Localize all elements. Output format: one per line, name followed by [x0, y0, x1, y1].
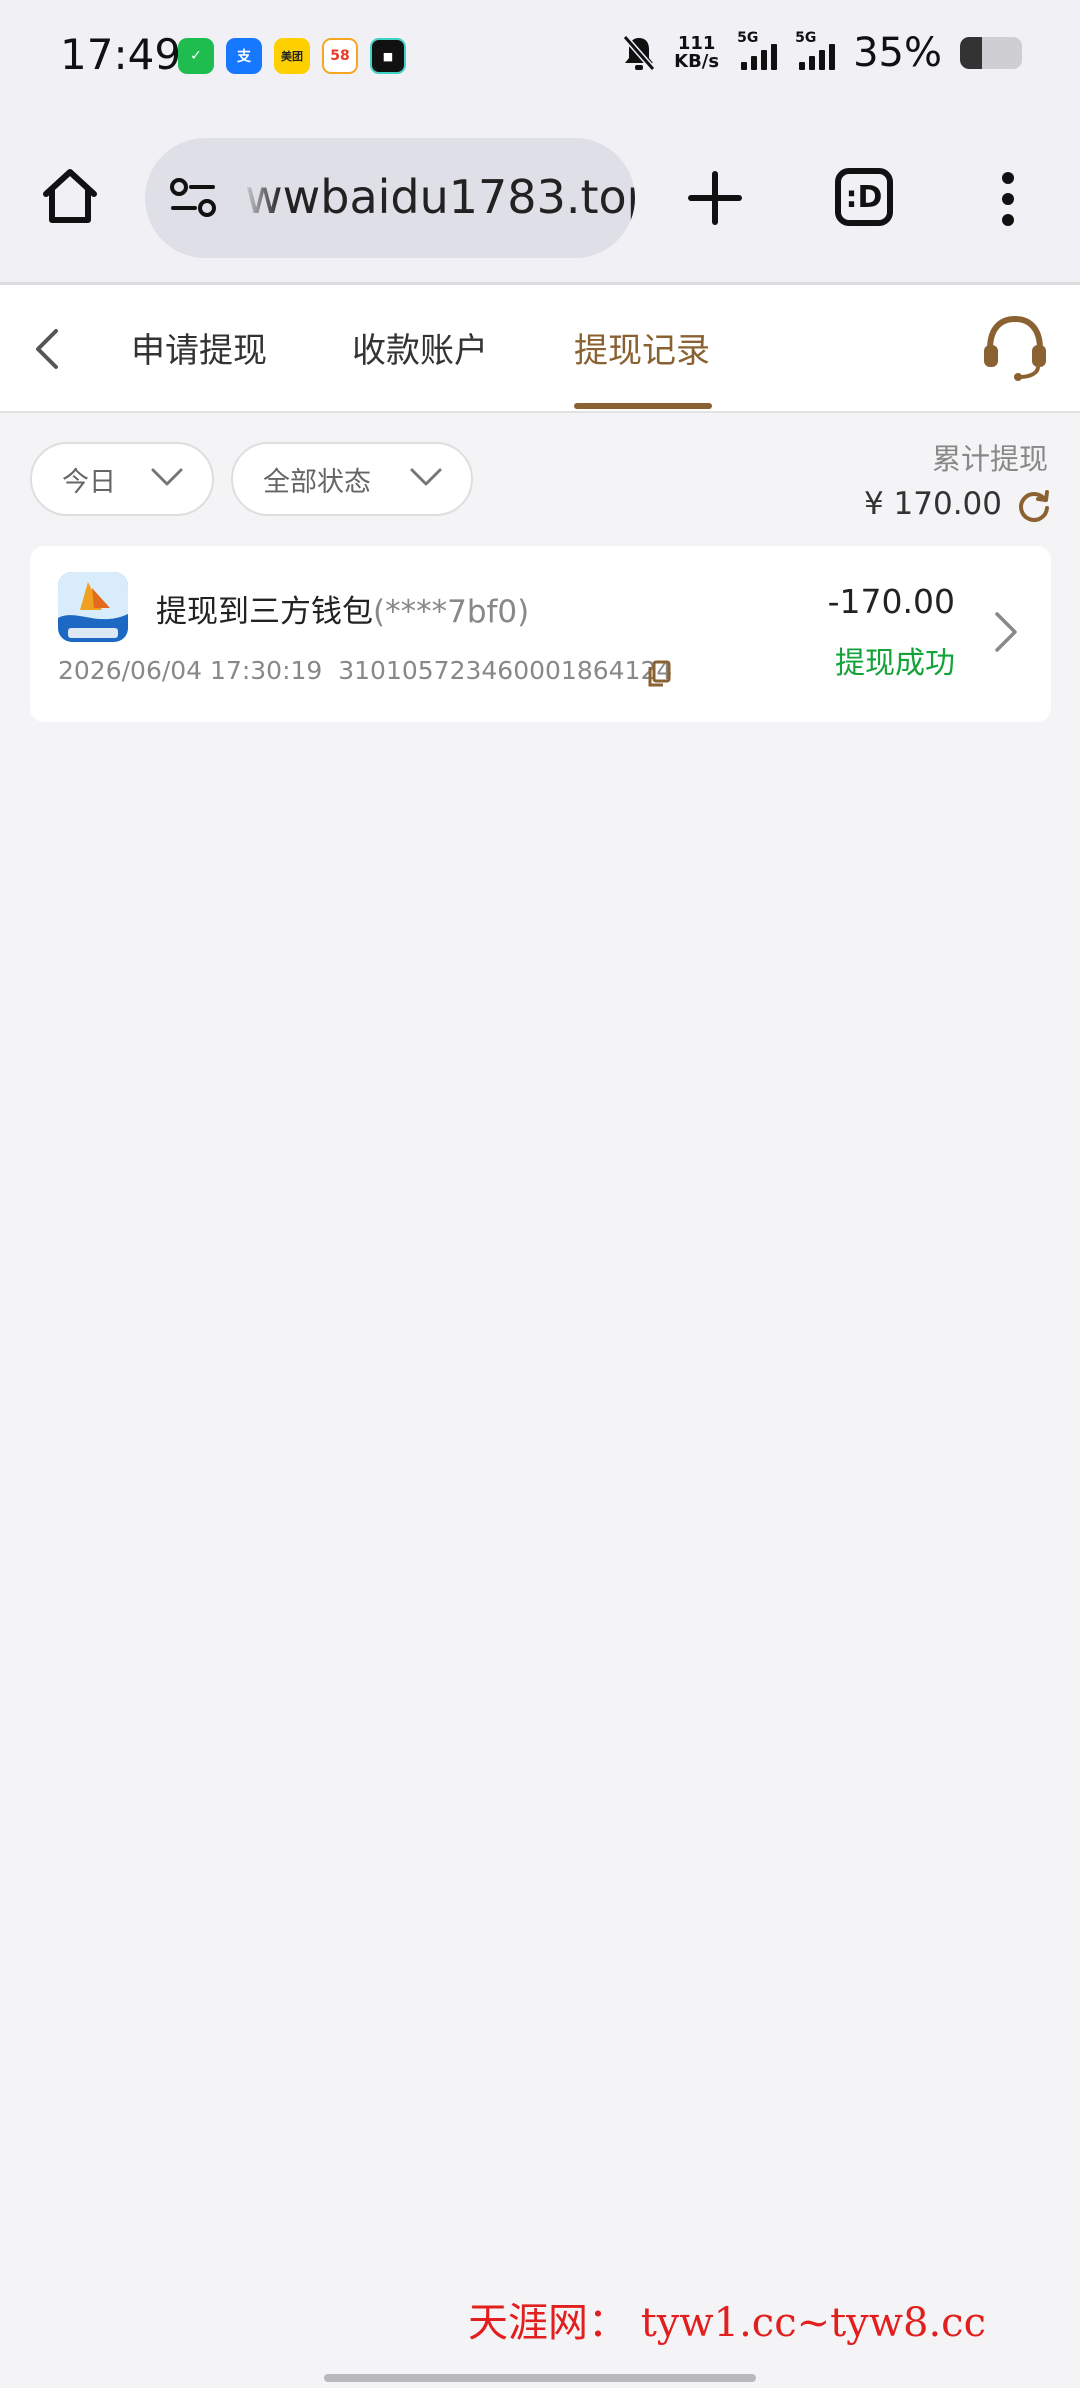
- address-bar[interactable]: wwbaidu1783.top: [145, 138, 635, 258]
- speed-unit: KB/s: [674, 51, 720, 72]
- status-filter-label: 全部状态: [263, 466, 371, 498]
- site-watermark: 天涯网： tyw1.cc~tyw8.cc: [468, 2300, 986, 2346]
- status-time: 17:49: [60, 30, 182, 79]
- tab-switcher-button[interactable]: :D: [835, 168, 893, 226]
- signal-sim2-icon: 5G: [795, 30, 836, 70]
- back-arrow-icon[interactable]: [26, 323, 70, 375]
- active-tab-indicator: [574, 403, 712, 409]
- customer-service-icon[interactable]: [980, 315, 1050, 381]
- wechat-icon: ✓: [178, 38, 214, 74]
- copy-icon[interactable]: [647, 660, 671, 688]
- site-settings-icon[interactable]: [167, 174, 219, 222]
- mute-bell-icon: [622, 35, 656, 71]
- record-meta: 2026/06/04 17:30:19 31010572346000186412…: [58, 656, 672, 685]
- battery-percent: 35%: [853, 30, 942, 76]
- 58-icon: 58: [322, 38, 358, 74]
- chevron-right-icon: [995, 612, 1017, 652]
- home-indicator-bar[interactable]: [324, 2374, 756, 2382]
- refresh-icon[interactable]: [1016, 488, 1052, 524]
- tab-apply-withdraw[interactable]: 申请提现: [131, 323, 267, 372]
- sim1-label: 5G: [737, 30, 759, 46]
- date-filter-dropdown[interactable]: 今日: [30, 442, 214, 516]
- app-icon: ■: [370, 38, 406, 74]
- battery-icon: [960, 37, 1022, 69]
- url-fade: [241, 138, 281, 258]
- notification-apps: ✓ 支 美团 58 ■: [178, 38, 406, 74]
- record-amount: -170.00: [827, 582, 955, 621]
- chevron-down-icon: [151, 468, 183, 486]
- browser-toolbar: wwbaidu1783.top :D: [0, 120, 1080, 285]
- date-filter-label: 今日: [62, 466, 116, 498]
- withdraw-record-item[interactable]: 提现到三方钱包(****7bf0) 2026/06/04 17:30:19 31…: [30, 546, 1051, 722]
- record-status-badge: 提现成功: [835, 646, 955, 681]
- more-menu-icon[interactable]: [993, 170, 1023, 228]
- network-speed: 111 KB/s: [674, 35, 719, 71]
- record-title: 提现到三方钱包(****7bf0): [156, 586, 529, 631]
- sim2-label: 5G: [795, 30, 817, 46]
- page-nav: 申请提现 收款账户 提现记录: [0, 285, 1080, 413]
- status-indicators: 111 KB/s 5G 5G 35%: [622, 30, 1022, 76]
- url-text: wwbaidu1783.top: [245, 170, 635, 224]
- home-icon[interactable]: [38, 164, 102, 228]
- alipay-icon: 支: [226, 38, 262, 74]
- wallet-logo-icon: [58, 572, 128, 642]
- tab-withdraw-records[interactable]: 提现记录: [574, 323, 710, 372]
- tab-payee-account[interactable]: 收款账户: [352, 323, 488, 372]
- record-order-no: 310105723460001864124: [338, 656, 673, 685]
- meituan-icon: 美团: [274, 38, 310, 74]
- new-tab-icon[interactable]: [685, 168, 745, 228]
- record-title-text: 提现到三方钱包: [156, 594, 373, 630]
- record-datetime: 2026/06/04 17:30:19: [58, 656, 323, 685]
- status-filter-dropdown[interactable]: 全部状态: [231, 442, 473, 516]
- total-withdraw-value: ¥ 170.00: [863, 486, 1002, 522]
- total-withdraw-label: 累计提现: [931, 442, 1048, 476]
- signal-sim1-icon: 5G: [737, 30, 778, 70]
- chevron-down-icon: [410, 468, 442, 486]
- status-bar: 17:49 ✓ 支 美团 58 ■ 111 KB/s 5G 5G 35%: [0, 0, 1080, 120]
- record-masked-account: (****7bf0): [373, 594, 530, 630]
